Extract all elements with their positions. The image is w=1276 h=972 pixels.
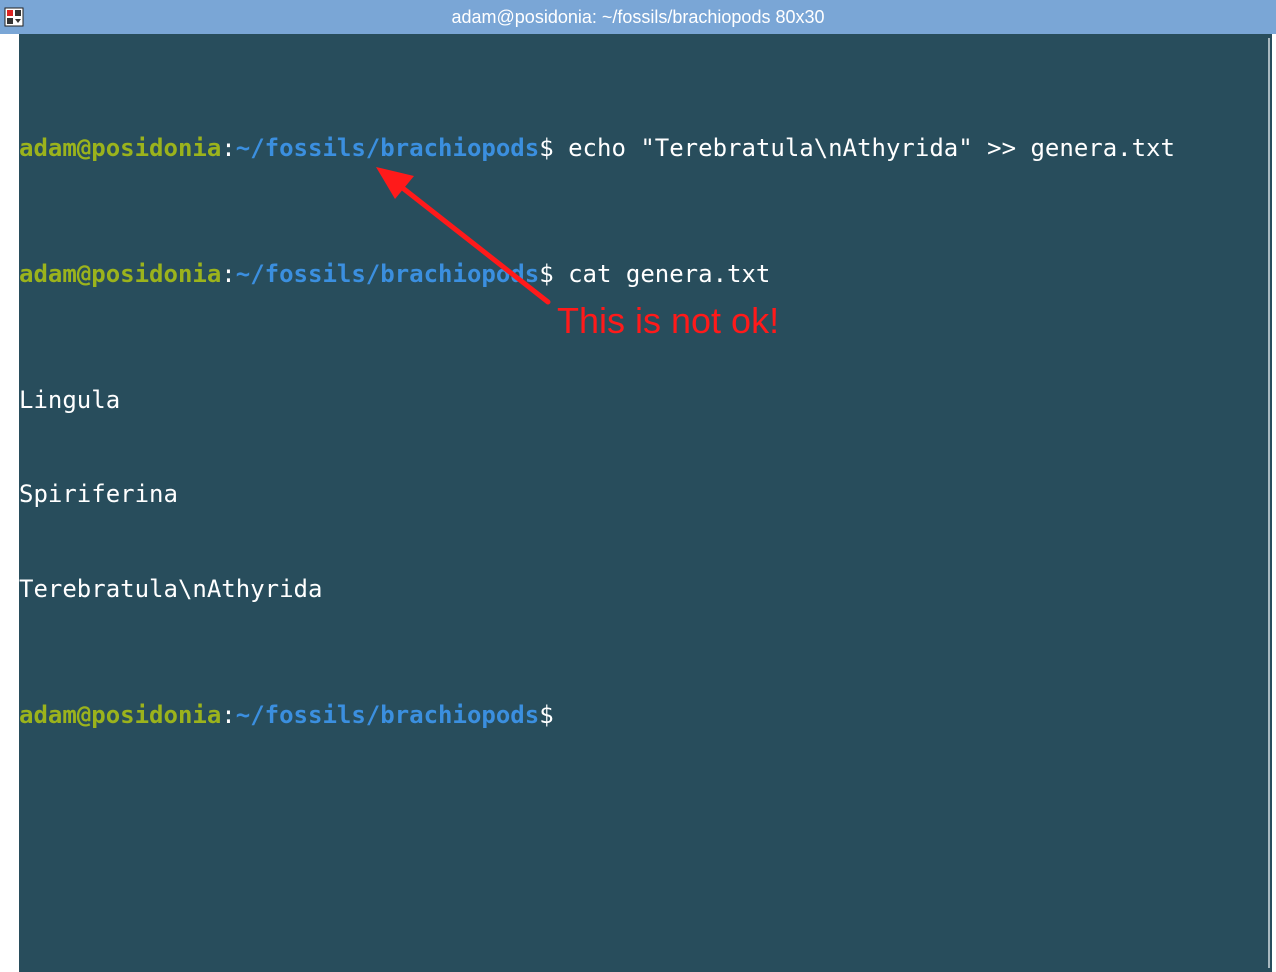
terminal-line-prompt: adam@posidonia:~/fossils/brachiopods$ ec… [19, 133, 1175, 165]
prompt-user-host: adam@posidonia [19, 700, 222, 729]
prompt-path: ~/fossils/brachiopods [235, 259, 540, 288]
command-text: echo "Terebratula\nAthyrida" >> genera.t… [553, 133, 1175, 162]
prompt-colon: : [221, 259, 236, 288]
terminal-output-line: Terebratula\nAthyrida [19, 574, 323, 603]
window-title: adam@posidonia: ~/fossils/brachiopods 80… [451, 7, 825, 27]
terminal-output-line: Spiriferina [19, 480, 178, 508]
command-text: cat genera.txt [553, 259, 771, 288]
window-menu-icon[interactable] [4, 7, 24, 27]
terminal-screen: adam@posidonia:~/fossils/brachiopods$ ec… [19, 38, 1175, 794]
terminal-line-prompt: adam@posidonia:~/fossils/brachiopods$ [19, 700, 1175, 732]
prompt-colon: : [221, 133, 236, 162]
prompt-user-host: adam@posidonia [19, 133, 222, 162]
prompt-path: ~/fossils/brachiopods [235, 700, 540, 729]
terminal-line-prompt: adam@posidonia:~/fossils/brachiopods$ ca… [19, 259, 1175, 291]
scrollbar-thumb[interactable] [1268, 38, 1270, 968]
prompt-user-host: adam@posidonia [19, 259, 222, 288]
prompt-dollar: $ [539, 259, 554, 288]
annotation-label: This is not ok! [557, 300, 780, 341]
prompt-path: ~/fossils/brachiopods [235, 133, 540, 162]
prompt-dollar: $ [539, 700, 554, 729]
scrollbar-track[interactable] [1272, 34, 1276, 972]
window-titlebar[interactable]: adam@posidonia: ~/fossils/brachiopods 80… [0, 0, 1276, 34]
terminal-area[interactable]: adam@posidonia:~/fossils/brachiopods$ ec… [19, 34, 1272, 972]
prompt-colon: : [221, 700, 236, 729]
terminal-output-line: Lingula [19, 385, 121, 414]
prompt-dollar: $ [539, 133, 554, 162]
terminal-window: adam@posidonia: ~/fossils/brachiopods 80… [0, 0, 1276, 972]
